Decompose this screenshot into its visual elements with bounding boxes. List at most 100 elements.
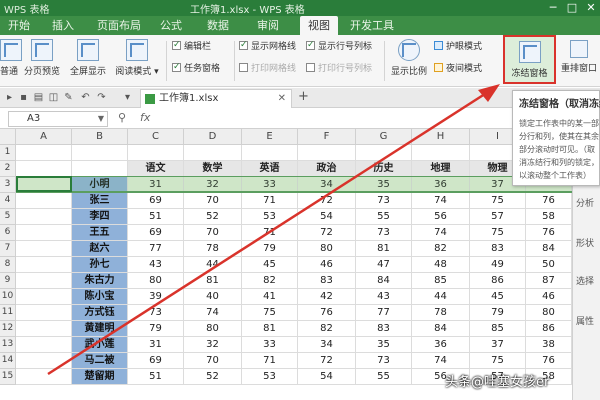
student-name-cell[interactable]: 马二被 (72, 353, 128, 369)
grid-cell[interactable]: 46 (298, 257, 356, 273)
grid-cell[interactable]: 71 (242, 225, 298, 241)
grid-cell[interactable]: 73 (128, 305, 184, 321)
row-header[interactable]: 6 (0, 225, 16, 241)
row-header[interactable]: 8 (0, 257, 16, 273)
grid-cell[interactable] (16, 193, 72, 209)
grid-cell[interactable]: 38 (526, 337, 572, 353)
save-icon[interactable]: ▪ (18, 92, 29, 103)
row-header[interactable]: 14 (0, 353, 16, 369)
student-name-cell[interactable]: 方式钰 (72, 305, 128, 321)
subject-header-cell[interactable] (72, 161, 128, 177)
grid-cell[interactable] (184, 145, 242, 161)
grid-cell[interactable]: 58 (526, 209, 572, 225)
tab-data[interactable]: 数据 (203, 16, 233, 35)
student-name-cell[interactable]: 孙七 (72, 257, 128, 273)
grid-cell[interactable]: 72 (298, 193, 356, 209)
grid-cell[interactable]: 37 (470, 337, 526, 353)
grid-cell[interactable]: 86 (470, 273, 526, 289)
grid-cell[interactable]: 71 (242, 353, 298, 369)
analysis-tab[interactable]: 分析 (576, 196, 594, 209)
grid-cell[interactable]: 46 (526, 289, 572, 305)
grid-cell[interactable]: 79 (470, 305, 526, 321)
grid-cell[interactable]: 43 (128, 257, 184, 273)
task-pane-checkbox[interactable]: 任务窗格 (172, 61, 220, 76)
subject-header-cell[interactable]: 地理 (412, 161, 470, 177)
grid-cell[interactable]: 73 (356, 193, 412, 209)
row-header[interactable]: 4 (0, 193, 16, 209)
grid-cell[interactable]: 55 (356, 209, 412, 225)
zoom-icon[interactable]: ⚲ (118, 111, 126, 124)
grid-cell[interactable] (16, 273, 72, 289)
grid-cell[interactable]: 44 (412, 289, 470, 305)
student-name-cell[interactable]: 黄建明 (72, 321, 128, 337)
print-gridlines-checkbox[interactable]: 打印网格线 (239, 63, 296, 76)
property-tab[interactable]: 属性 (576, 314, 594, 327)
grid-cell[interactable] (128, 145, 184, 161)
row-header[interactable]: 9 (0, 273, 16, 289)
grid-cell[interactable]: 82 (412, 241, 470, 257)
minimize-button[interactable]: ─ (544, 0, 562, 16)
grid-cell[interactable]: 45 (242, 257, 298, 273)
show-gridlines-checkbox[interactable]: 显示网格线 (239, 39, 296, 54)
subject-header-cell[interactable]: 语文 (128, 161, 184, 177)
subject-header-cell[interactable]: 英语 (242, 161, 298, 177)
grid-cell[interactable]: 72 (298, 353, 356, 369)
row-header[interactable]: 13 (0, 337, 16, 353)
grid-cell[interactable]: 70 (184, 193, 242, 209)
grid-cell[interactable]: 75 (470, 193, 526, 209)
grid-cell[interactable]: 34 (298, 337, 356, 353)
row-header[interactable]: 3 (0, 177, 16, 193)
grid-cell[interactable]: 76 (526, 225, 572, 241)
grid-cell[interactable]: 81 (356, 241, 412, 257)
grid-cell[interactable]: 39 (128, 289, 184, 305)
grid-cell[interactable]: 80 (184, 321, 242, 337)
grid-cell[interactable]: 52 (184, 369, 242, 385)
grid-cell[interactable] (242, 145, 298, 161)
grid-cell[interactable]: 69 (128, 193, 184, 209)
column-header[interactable]: G (356, 129, 412, 145)
document-tab[interactable]: 工作簿1.xlsx ✕ (140, 89, 292, 108)
grid-cell[interactable]: 53 (242, 369, 298, 385)
grid-cell[interactable]: 50 (526, 257, 572, 273)
grid-cell[interactable]: 74 (412, 353, 470, 369)
student-name-cell[interactable]: 陈小宝 (72, 289, 128, 305)
tab-view[interactable]: 视图 (300, 16, 338, 35)
tab-review[interactable]: 审阅 (253, 16, 283, 35)
grid-cell[interactable]: 80 (128, 273, 184, 289)
grid-cell[interactable] (16, 145, 72, 161)
close-button[interactable]: ✕ (582, 0, 600, 16)
tab-formulas[interactable]: 公式 (156, 16, 186, 35)
select-all-corner[interactable] (0, 129, 16, 145)
maximize-button[interactable]: □ (563, 0, 581, 16)
grid-cell[interactable]: 83 (470, 241, 526, 257)
subject-header-cell[interactable] (16, 161, 72, 177)
grid-cell[interactable]: 51 (128, 209, 184, 225)
grid-cell[interactable]: 80 (298, 241, 356, 257)
preview-icon[interactable]: ◫ (48, 92, 59, 103)
grid-cell[interactable]: 47 (356, 257, 412, 273)
grid-cell[interactable] (356, 145, 412, 161)
grid-cell[interactable]: 51 (128, 369, 184, 385)
column-header[interactable]: E (242, 129, 298, 145)
grid-cell[interactable]: 82 (242, 273, 298, 289)
show-rowcol-checkbox[interactable]: 显示行号列标 (306, 39, 372, 54)
rearrange-windows-button[interactable]: 重排窗口 (558, 40, 600, 84)
grid-cell[interactable]: 76 (526, 353, 572, 369)
student-name-cell[interactable]: 楚留期 (72, 369, 128, 385)
subject-header-cell[interactable]: 历史 (356, 161, 412, 177)
student-name-cell[interactable]: 李四 (72, 209, 128, 225)
grid-cell[interactable]: 44 (184, 257, 242, 273)
grid-cell[interactable]: 53 (242, 209, 298, 225)
close-icon[interactable]: ✕ (278, 90, 286, 108)
column-header[interactable]: C (128, 129, 184, 145)
grid-cell[interactable]: 87 (526, 273, 572, 289)
grid-cell[interactable]: 81 (242, 321, 298, 337)
redo-icon[interactable]: ↷ (96, 92, 107, 103)
print-rowcol-checkbox[interactable]: 打印行号列标 (306, 63, 372, 76)
row-header[interactable]: 1 (0, 145, 16, 161)
row-header[interactable]: 11 (0, 305, 16, 321)
reading-mode-button[interactable]: 阅读模式 ▾ (112, 39, 162, 83)
grid-cell[interactable]: 80 (526, 305, 572, 321)
chevron-down-icon[interactable]: ▾ (122, 92, 133, 103)
grid-cell[interactable]: 52 (184, 209, 242, 225)
